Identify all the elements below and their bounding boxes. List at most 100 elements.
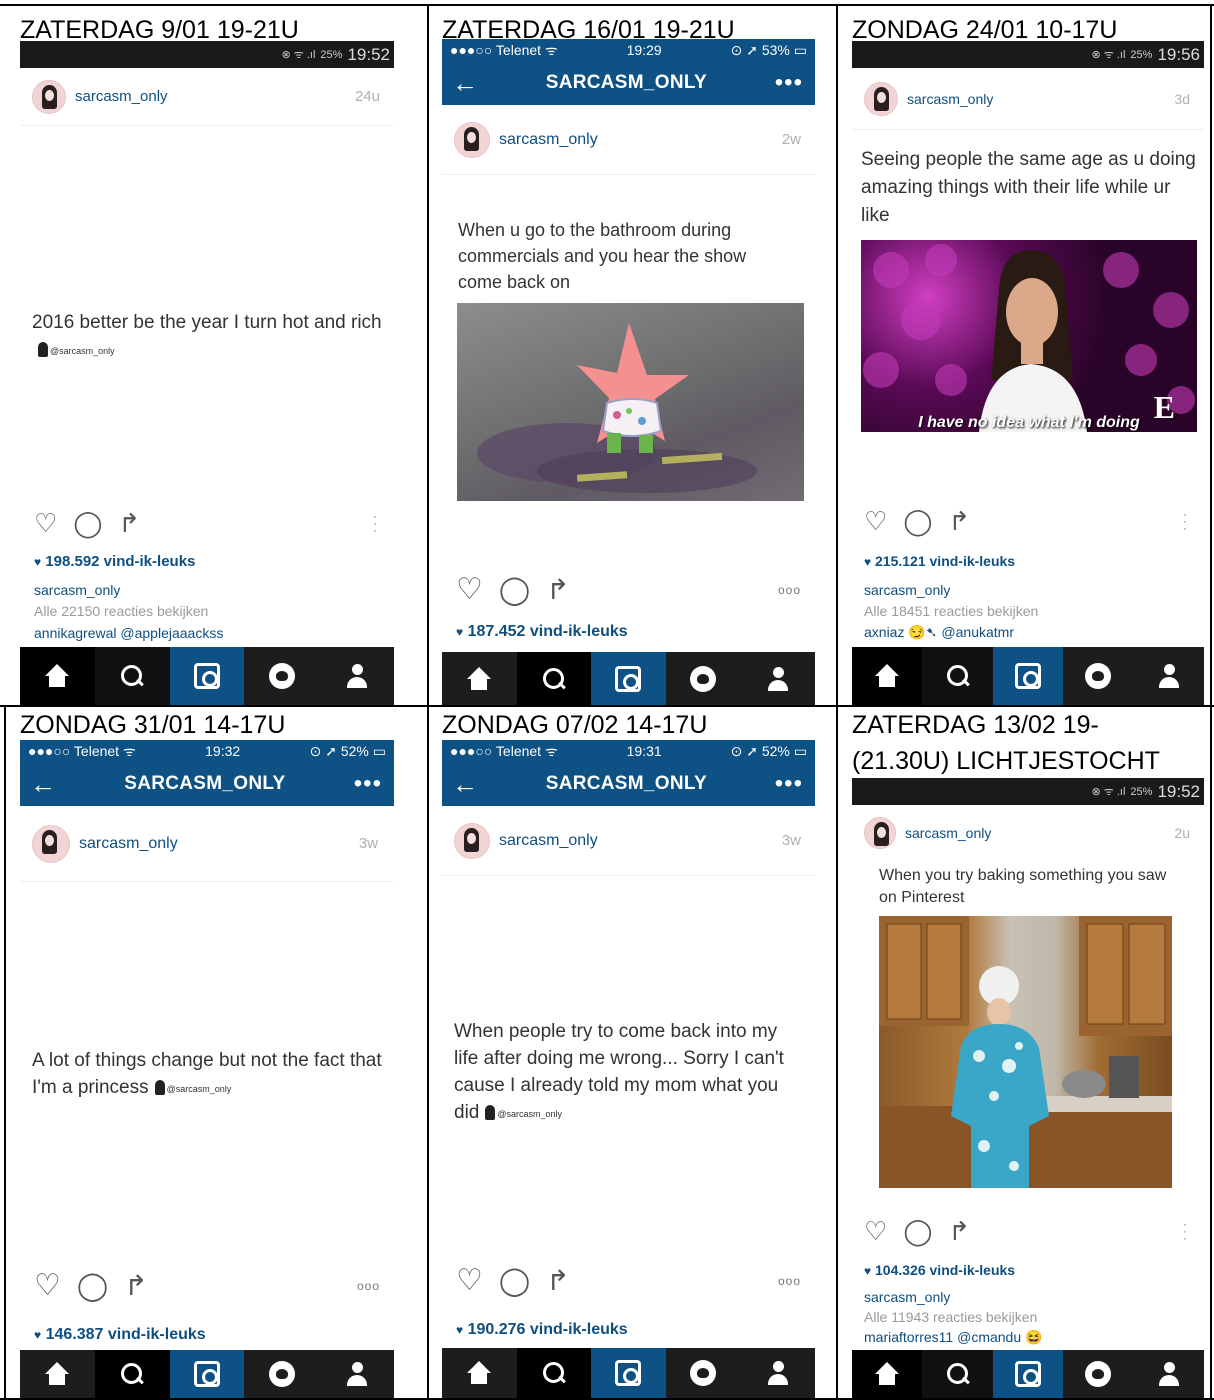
caption-username[interactable]: sarcasm_only [864,582,950,598]
view-comments-link[interactable]: Alle 22150 reacties bekijken [34,603,208,619]
tab-search[interactable] [94,1350,170,1398]
comment-icon[interactable]: ◯ [499,576,530,604]
tab-profile[interactable] [1134,647,1204,705]
more-options-icon[interactable]: ooo [357,1279,380,1293]
heart-icon[interactable]: ♡ [864,1218,887,1244]
share-icon[interactable]: ↱ [118,510,140,536]
tab-camera[interactable] [591,652,666,705]
tab-search[interactable] [516,1348,592,1398]
username[interactable]: sarcasm_only [907,91,1174,107]
share-icon[interactable]: ↱ [948,1218,970,1244]
more-options-icon[interactable]: ooo [778,1274,801,1288]
heart-icon[interactable]: ♡ [34,510,57,536]
tab-home[interactable] [442,652,517,705]
view-comments-link[interactable]: Alle 18451 reacties bekijken [864,603,1038,619]
avatar[interactable] [32,79,66,114]
activity-icon [690,665,717,692]
comment-icon[interactable]: ◯ [73,510,102,536]
tab-search[interactable] [922,647,993,705]
share-icon[interactable]: ↱ [546,576,569,604]
comment-line[interactable]: mariaftorres11 @cmandu 😆 [864,1329,1042,1346]
heart-icon[interactable]: ♡ [864,508,887,534]
battery-level: 25% [1130,785,1153,798]
carrier: ●●●○○ Telenet ᯤ [450,742,558,759]
back-arrow-icon[interactable]: ← [452,70,478,96]
home-icon [43,1362,71,1386]
profile-icon [345,664,369,688]
like-count-text: 198.592 vind-ik-leuks [45,553,196,570]
like-count[interactable]: ♥ 187.452 vind-ik-leuks [456,623,628,641]
comment-line[interactable]: annikagrewal @applejaaackss [34,625,223,641]
heart-icon[interactable]: ♡ [456,1266,483,1296]
tab-activity[interactable] [244,1350,319,1398]
comment-line[interactable]: axniaz 😏➷ @anukatmr [864,624,1014,641]
more-options-icon[interactable]: · · · [370,510,380,536]
tab-search[interactable] [516,652,592,705]
more-icon[interactable]: ••• [775,71,803,95]
nav-bar: ← SARCASM_ONLY ••• [442,61,815,105]
tab-home[interactable] [852,647,923,705]
tab-camera[interactable] [992,647,1064,705]
heart-icon[interactable]: ♡ [456,575,483,605]
username[interactable]: sarcasm_only [905,825,1174,841]
tab-profile[interactable] [740,1348,815,1398]
share-icon[interactable]: ↱ [124,1272,147,1300]
tab-profile[interactable] [740,652,815,705]
tab-profile[interactable] [319,1350,394,1398]
tab-bar [20,1350,394,1398]
tab-camera[interactable] [169,1350,245,1398]
more-icon[interactable]: ••• [354,772,382,796]
more-options-icon[interactable]: · · · [1180,508,1190,534]
comment-icon[interactable]: ◯ [499,1267,530,1295]
tab-profile[interactable] [1134,1350,1204,1398]
tab-search[interactable] [922,1350,993,1398]
caption-username[interactable]: sarcasm_only [864,1289,950,1305]
search-icon [120,664,144,688]
tab-activity[interactable] [244,647,319,705]
status-icons: ⊗ ᯤ .ıl [1091,786,1126,798]
like-count[interactable]: ♥ 146.387 vind-ik-leuks [34,1326,206,1344]
tab-home[interactable] [442,1348,517,1398]
back-arrow-icon[interactable]: ← [30,771,56,797]
avatar[interactable] [454,121,490,158]
tab-activity[interactable] [1063,1350,1133,1398]
tab-home[interactable] [852,1350,923,1398]
back-arrow-icon[interactable]: ← [452,771,478,797]
tab-activity[interactable] [666,652,741,705]
share-icon[interactable]: ↱ [546,1267,569,1295]
tab-camera[interactable] [169,647,245,705]
avatar[interactable] [32,824,70,863]
like-count[interactable]: ♥ 215.121 vind-ik-leuks [864,553,1015,569]
view-comments-link[interactable]: Alle 11943 reacties bekijken [864,1309,1037,1325]
username[interactable]: sarcasm_only [499,131,782,149]
tab-camera[interactable] [992,1350,1064,1398]
tab-home[interactable] [20,647,95,705]
heart-icon[interactable]: ♡ [34,1271,61,1301]
tab-search[interactable] [94,647,170,705]
tab-activity[interactable] [666,1348,741,1398]
like-count[interactable]: ♥ 104.326 vind-ik-leuks [864,1262,1015,1278]
status-icons: ⊗ ᯤ .ıl [1091,49,1126,61]
comment-icon[interactable]: ◯ [903,1218,932,1244]
phone-screenshot: ⊗ ᯤ .ıl 25% 19:52 sarcasm_only 24u 2016 … [20,41,394,705]
more-icon[interactable]: ••• [775,772,803,796]
tab-profile[interactable] [319,647,394,705]
more-options-icon[interactable]: ooo [778,583,801,597]
share-icon[interactable]: ↱ [948,508,970,534]
username[interactable]: sarcasm_only [75,88,355,105]
caption-username[interactable]: sarcasm_only [34,582,120,598]
tab-camera[interactable] [591,1348,666,1398]
tab-home[interactable] [20,1350,95,1398]
avatar[interactable] [454,822,490,859]
avatar[interactable] [864,81,898,116]
username[interactable]: sarcasm_only [499,832,782,850]
like-count[interactable]: ♥ 190.276 vind-ik-leuks [456,1321,628,1339]
tab-bar [442,1348,815,1398]
like-count[interactable]: ♥ 198.592 vind-ik-leuks [34,553,195,570]
comment-icon[interactable]: ◯ [903,508,932,534]
username[interactable]: sarcasm_only [79,835,359,853]
comment-icon[interactable]: ◯ [77,1272,108,1300]
tab-activity[interactable] [1063,647,1133,705]
avatar[interactable] [864,817,896,849]
more-options-icon[interactable]: · · · [1180,1218,1190,1244]
